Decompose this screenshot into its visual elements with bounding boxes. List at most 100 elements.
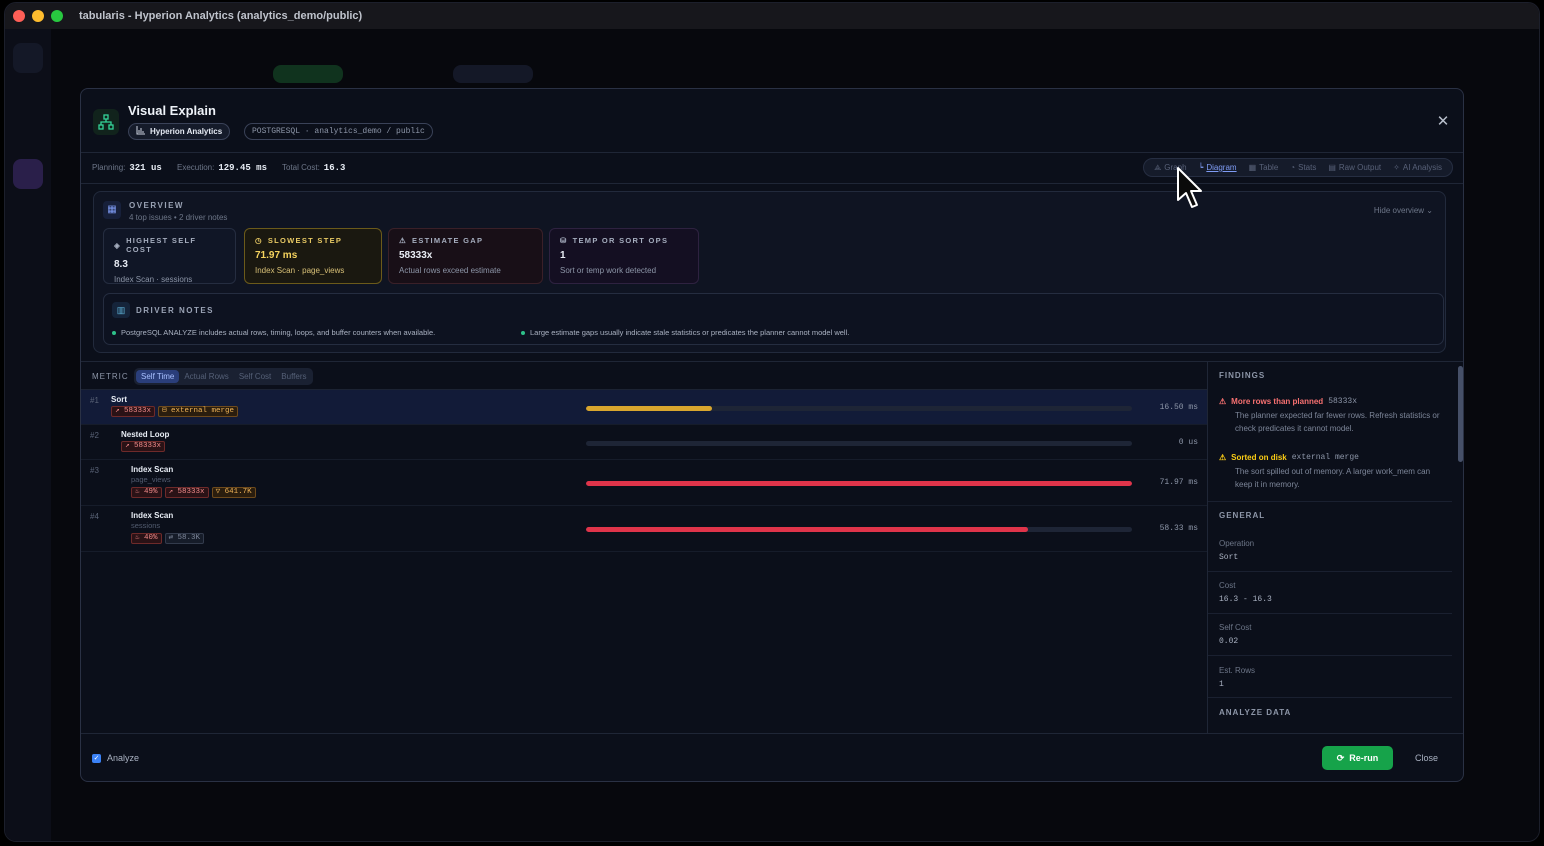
- card-slowest-step: ◷ SLOWEST STEP 71.97 ms Index Scan · page…: [244, 228, 382, 284]
- card-key-text: TEMP OR SORT OPS: [572, 236, 669, 245]
- row-number: #4: [90, 512, 99, 521]
- sparkle-icon: ✧: [1393, 163, 1400, 172]
- divider: [1208, 655, 1452, 656]
- details-panel: FINDINGS ⚠ More rows than planned 58333x T…: [1207, 361, 1463, 733]
- execution-value: 129.45 ms: [218, 163, 267, 173]
- minimize-window-button[interactable]: [32, 10, 44, 22]
- card-key: ◷ SLOWEST STEP: [255, 236, 371, 245]
- analyze-data-title: ANALYZE DATA: [1219, 708, 1292, 717]
- metric-value: 0 us: [1178, 438, 1198, 447]
- tab-stats[interactable]: ◔ Stats: [1284, 159, 1322, 176]
- execution-stat: Execution: 129.45 ms: [177, 163, 267, 173]
- card-value: 8.3: [114, 259, 128, 270]
- card-desc: Index Scan · sessions: [114, 275, 193, 284]
- database-chip: POSTGRESQL · analytics_demo / public: [244, 123, 433, 140]
- rerun-label: Re-run: [1349, 753, 1379, 763]
- close-button[interactable]: Close: [1415, 753, 1438, 763]
- stats-icon: ◔: [1290, 163, 1296, 172]
- maximize-window-button[interactable]: [51, 10, 63, 22]
- metric-bar-track: [586, 527, 1132, 532]
- close-window-button[interactable]: [13, 10, 25, 22]
- card-desc: Sort or temp work detected: [560, 266, 657, 275]
- node-badge: ↗ 58333x: [111, 406, 156, 417]
- metric-value: 58.33 ms: [1159, 524, 1198, 533]
- book-icon: ▥: [112, 302, 130, 318]
- hide-overview-label: Hide overview: [1373, 206, 1425, 215]
- findings-title: FINDINGS: [1219, 371, 1266, 380]
- table-icon: ▦: [1248, 163, 1257, 172]
- tab-label: Raw Output: [1338, 163, 1382, 172]
- node-relation: sessions: [131, 521, 161, 530]
- tab-label: Diagram: [1206, 163, 1237, 172]
- cost-label: Total Cost:: [282, 163, 320, 172]
- metric-bar-track: [586, 406, 1132, 411]
- plan-row[interactable]: #1 Sort ↗ 58333x ⊟ external merge 16.50 ms: [81, 390, 1207, 425]
- tab-table[interactable]: ▦ Table: [1243, 159, 1285, 176]
- divider: [1208, 697, 1452, 698]
- card-key: ⚠ ESTIMATE GAP: [399, 236, 532, 245]
- close-icon[interactable]: ✕: [1433, 113, 1453, 131]
- modal-title: Visual Explain: [128, 103, 216, 118]
- hierarchy-icon: [93, 109, 119, 135]
- cost-value: 16.3: [323, 163, 346, 173]
- overview-title: OVERVIEW: [129, 201, 184, 210]
- metric-tabs: Self Time Actual Rows Self Cost Buffers: [134, 368, 314, 385]
- analyze-checkbox[interactable]: ✓: [92, 754, 101, 763]
- overview-panel: ▦ OVERVIEW 4 top issues • 2 driver notes…: [93, 191, 1446, 353]
- node-badge: ♨ 49%: [131, 487, 162, 498]
- card-value: 58333x: [399, 250, 433, 261]
- node-relation: page_views: [131, 475, 171, 484]
- metric-bar-track: [586, 441, 1132, 446]
- card-highest-self-cost: ◈ HIGHEST SELF COST 8.3 Index Scan · sess…: [103, 228, 236, 284]
- card-key-text: ESTIMATE GAP: [412, 236, 484, 245]
- driver-notes-title: DRIVER NOTES: [136, 306, 215, 315]
- metric-label: METRIC: [92, 372, 129, 381]
- field-value: 0.02: [1219, 637, 1239, 646]
- planning-label: Planning:: [92, 163, 126, 172]
- refresh-icon: ⟳: [1336, 752, 1345, 763]
- card-key-text: SLOWEST STEP: [267, 236, 343, 245]
- background-sidebar-icon: [13, 43, 43, 73]
- mouse-cursor-icon: [1177, 167, 1202, 208]
- metric-bar-fill: [586, 527, 1029, 532]
- row-number: #1: [90, 396, 99, 405]
- row-number: #3: [90, 466, 99, 475]
- plan-row[interactable]: #4 Index Scan sessions ♨ 40% ⇄ 58.3K 58.33 ms: [81, 506, 1207, 552]
- modal-footer: ✓ Analyze ⟳ Re-run Close: [81, 733, 1463, 781]
- plan-diagram: METRIC Self Time Actual Rows Self Cost B…: [81, 361, 1207, 733]
- database-icon: ⛁: [560, 236, 568, 245]
- layers-icon: ◈: [114, 240, 122, 250]
- plan-row[interactable]: #3 Index Scan page_views ♨ 49% ↗ 58333x ▽ 641…: [81, 460, 1207, 506]
- planning-value: 321 us: [129, 163, 162, 173]
- cost-stat: Total Cost: 16.3: [282, 163, 345, 173]
- divider: [1208, 501, 1452, 502]
- details-scrollbar[interactable]: [1458, 366, 1463, 462]
- title-bar: tabularis - Hyperion Analytics (analytic…: [5, 3, 1539, 29]
- finding-item: ⚠ Sorted on disk external merge The sort s…: [1219, 453, 1444, 491]
- modal-header: Visual Explain Hyperion Analytics POSTGR…: [81, 89, 1463, 153]
- card-temp-sort-ops: ⛁ TEMP OR SORT OPS 1 Sort or temp work de…: [549, 228, 699, 284]
- hide-overview-button[interactable]: Hide overview ⌄: [1374, 206, 1433, 215]
- metric-tab-self-time[interactable]: Self Time: [136, 370, 180, 383]
- chevron-down-icon: ⌄: [1426, 206, 1433, 215]
- node-badges: ↗ 58333x ⊟ external merge: [111, 406, 239, 417]
- metric-value: 16.50 ms: [1159, 403, 1198, 412]
- finding-heading: ⚠ More rows than planned 58333x: [1219, 397, 1444, 406]
- card-value: 1: [560, 250, 566, 261]
- overview-subtitle: 4 top issues • 2 driver notes: [129, 213, 228, 222]
- finding-title: More rows than planned: [1231, 397, 1324, 406]
- warning-icon: ⚠: [1219, 397, 1227, 406]
- metric-tab-self-cost[interactable]: Self Cost: [234, 370, 276, 383]
- tab-raw-output[interactable]: ▤ Raw Output: [1322, 159, 1387, 176]
- execution-label: Execution:: [177, 163, 215, 172]
- metric-tab-actual-rows[interactable]: Actual Rows: [179, 370, 233, 383]
- tab-ai-analysis[interactable]: ✧ AI Analysis: [1387, 159, 1448, 176]
- metric-tab-buffers[interactable]: Buffers: [276, 370, 311, 383]
- plan-row[interactable]: #2 Nested Loop ↗ 58333x 0 us: [81, 425, 1207, 460]
- node-name: Sort: [111, 395, 127, 404]
- rerun-button[interactable]: ⟳ Re-run: [1322, 746, 1393, 770]
- card-key: ⛁ TEMP OR SORT OPS: [560, 236, 688, 245]
- card-key: ◈ HIGHEST SELF COST: [114, 236, 225, 254]
- graph-icon: ⟁: [1154, 162, 1162, 172]
- window-title: tabularis - Hyperion Analytics (analytic…: [79, 10, 363, 22]
